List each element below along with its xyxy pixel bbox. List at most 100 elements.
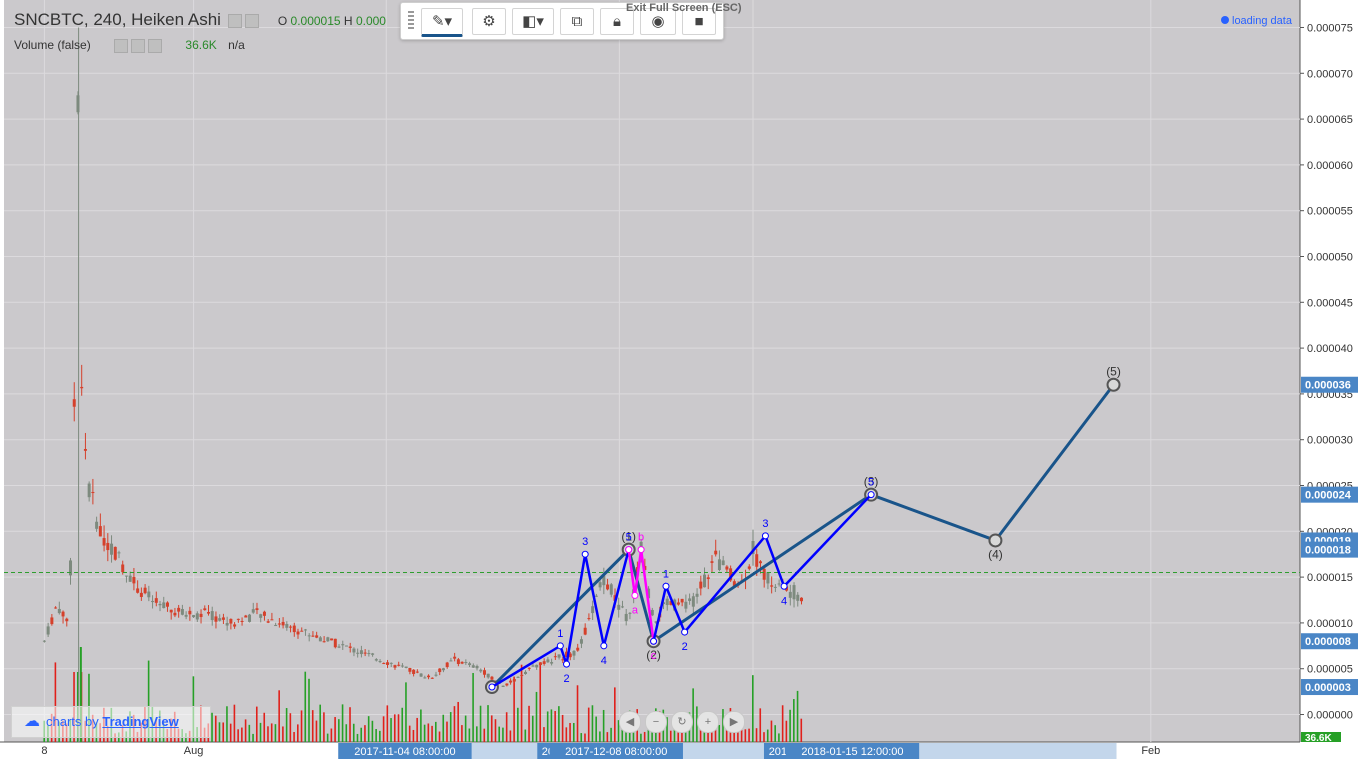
wave-point — [637, 546, 645, 554]
scroll-right-icon[interactable]: ▶ — [723, 711, 745, 733]
zoom-out-icon[interactable]: − — [645, 711, 667, 733]
date-label: 2018-01-15 12:00:00 — [801, 746, 903, 758]
volume-bar — [293, 731, 295, 742]
candle-body — [620, 606, 624, 608]
candle-body — [147, 591, 151, 598]
price-chart[interactable]: (1)(2)(3)(4)(5)12345abc12345 0.0000000.0… — [0, 0, 1366, 768]
legend-hide-icon[interactable] — [245, 13, 260, 28]
y-tick-label: 0.000045 — [1307, 297, 1353, 309]
volume-bar — [572, 722, 575, 742]
fill-icon[interactable]: ◧▾ — [512, 8, 554, 35]
candle-body — [154, 598, 158, 603]
candle-body — [553, 656, 557, 658]
candle-body — [371, 653, 375, 655]
volume-label: Volume (false) — [14, 38, 91, 52]
candle-body — [262, 611, 266, 616]
wave-point — [662, 582, 670, 590]
volume-bar — [584, 733, 586, 742]
candle-body — [244, 615, 248, 618]
candle-body — [296, 631, 300, 635]
candle-body — [199, 613, 203, 618]
candle-body — [717, 559, 721, 571]
watermark-brand-link[interactable]: TradingView — [102, 714, 178, 729]
zoom-in-icon[interactable]: + — [697, 711, 719, 733]
candle-body — [606, 584, 610, 590]
volume-bar — [352, 723, 355, 742]
candle-body — [352, 648, 356, 653]
ohlc-values: O 0.000015 H 0.000 — [278, 14, 386, 28]
candle-body — [699, 581, 703, 589]
volume-bar — [461, 725, 463, 742]
wave-label: (5) — [1106, 365, 1121, 379]
candle-body — [143, 587, 147, 594]
candle-body — [762, 568, 766, 580]
candle-body — [419, 673, 423, 677]
volume-bar — [580, 733, 583, 742]
gear-icon[interactable]: ⚙ — [472, 8, 506, 35]
wave-point — [867, 491, 875, 499]
volume-bar — [524, 729, 527, 742]
candle-body — [65, 618, 69, 622]
volume-bar — [517, 707, 519, 742]
candle-body — [128, 575, 132, 582]
exit-fullscreen-hint[interactable]: Exit Full Screen (ESC) — [626, 2, 742, 14]
candle-body — [516, 676, 520, 678]
volume-bar — [237, 729, 239, 742]
volume-bar — [449, 712, 452, 742]
candle-body — [747, 566, 751, 569]
volume-bar — [587, 707, 590, 742]
candle-body — [684, 601, 688, 609]
legend-settings-icon[interactable] — [228, 13, 243, 28]
volume-format-icon[interactable] — [131, 38, 146, 53]
candle-body — [162, 602, 166, 609]
candle-body — [382, 663, 386, 665]
candle-body — [326, 637, 330, 642]
date-label: 201 — [769, 746, 787, 758]
volume-bar — [259, 722, 262, 742]
date-label: 2017-12-08 08:00:00 — [565, 746, 667, 758]
candle-body — [766, 572, 770, 584]
candle-body — [203, 608, 207, 611]
candle-body — [322, 641, 326, 643]
candle-body — [535, 664, 539, 668]
toolbar-drag-handle[interactable] — [408, 11, 414, 31]
brush-icon[interactable]: ✎▾ — [421, 8, 463, 37]
candle-body — [680, 598, 684, 603]
candle-body — [315, 635, 319, 638]
scroll-left-icon[interactable]: ◀ — [619, 711, 641, 733]
volume-bar — [233, 704, 236, 742]
candle-body — [42, 640, 46, 642]
candle-body — [330, 638, 334, 641]
candle-body — [453, 656, 457, 659]
y-tick-label: 0.000015 — [1307, 572, 1353, 584]
volume-settings-icon[interactable] — [114, 38, 129, 53]
candle-body — [415, 671, 419, 673]
loading-dot-icon — [1221, 16, 1229, 24]
candle-body — [404, 666, 408, 669]
clone-icon[interactable]: ⧉ — [560, 8, 594, 35]
volume-bar — [755, 728, 758, 742]
candle-body — [676, 602, 680, 605]
candle-body — [113, 546, 117, 560]
volume-bar — [408, 725, 411, 742]
date-label: 2017-11-04 08:00:00 — [354, 746, 455, 758]
tradingview-watermark[interactable]: ☁ charts by TradingView — [11, 706, 211, 738]
candle-body — [54, 607, 58, 609]
candle-body — [587, 618, 591, 620]
volume-bar — [427, 723, 430, 742]
candle-body — [688, 598, 692, 601]
candle-body — [799, 597, 803, 602]
wave-label: 5 — [868, 477, 874, 489]
chart-nav-buttons[interactable]: ◀ − ↻ + ▶ — [619, 711, 749, 733]
volume-bar — [304, 671, 307, 742]
y-tick-label: 0.000070 — [1307, 68, 1353, 80]
volume-bar — [591, 705, 594, 742]
y-tick-label: 0.000040 — [1307, 343, 1353, 355]
candle-body — [303, 629, 307, 631]
volume-bar — [270, 723, 273, 742]
volume-bar — [412, 729, 415, 742]
volume-close-icon[interactable] — [148, 38, 163, 53]
reset-icon[interactable]: ↻ — [671, 711, 693, 733]
candle-body — [505, 683, 509, 686]
volume-bar — [315, 720, 318, 742]
